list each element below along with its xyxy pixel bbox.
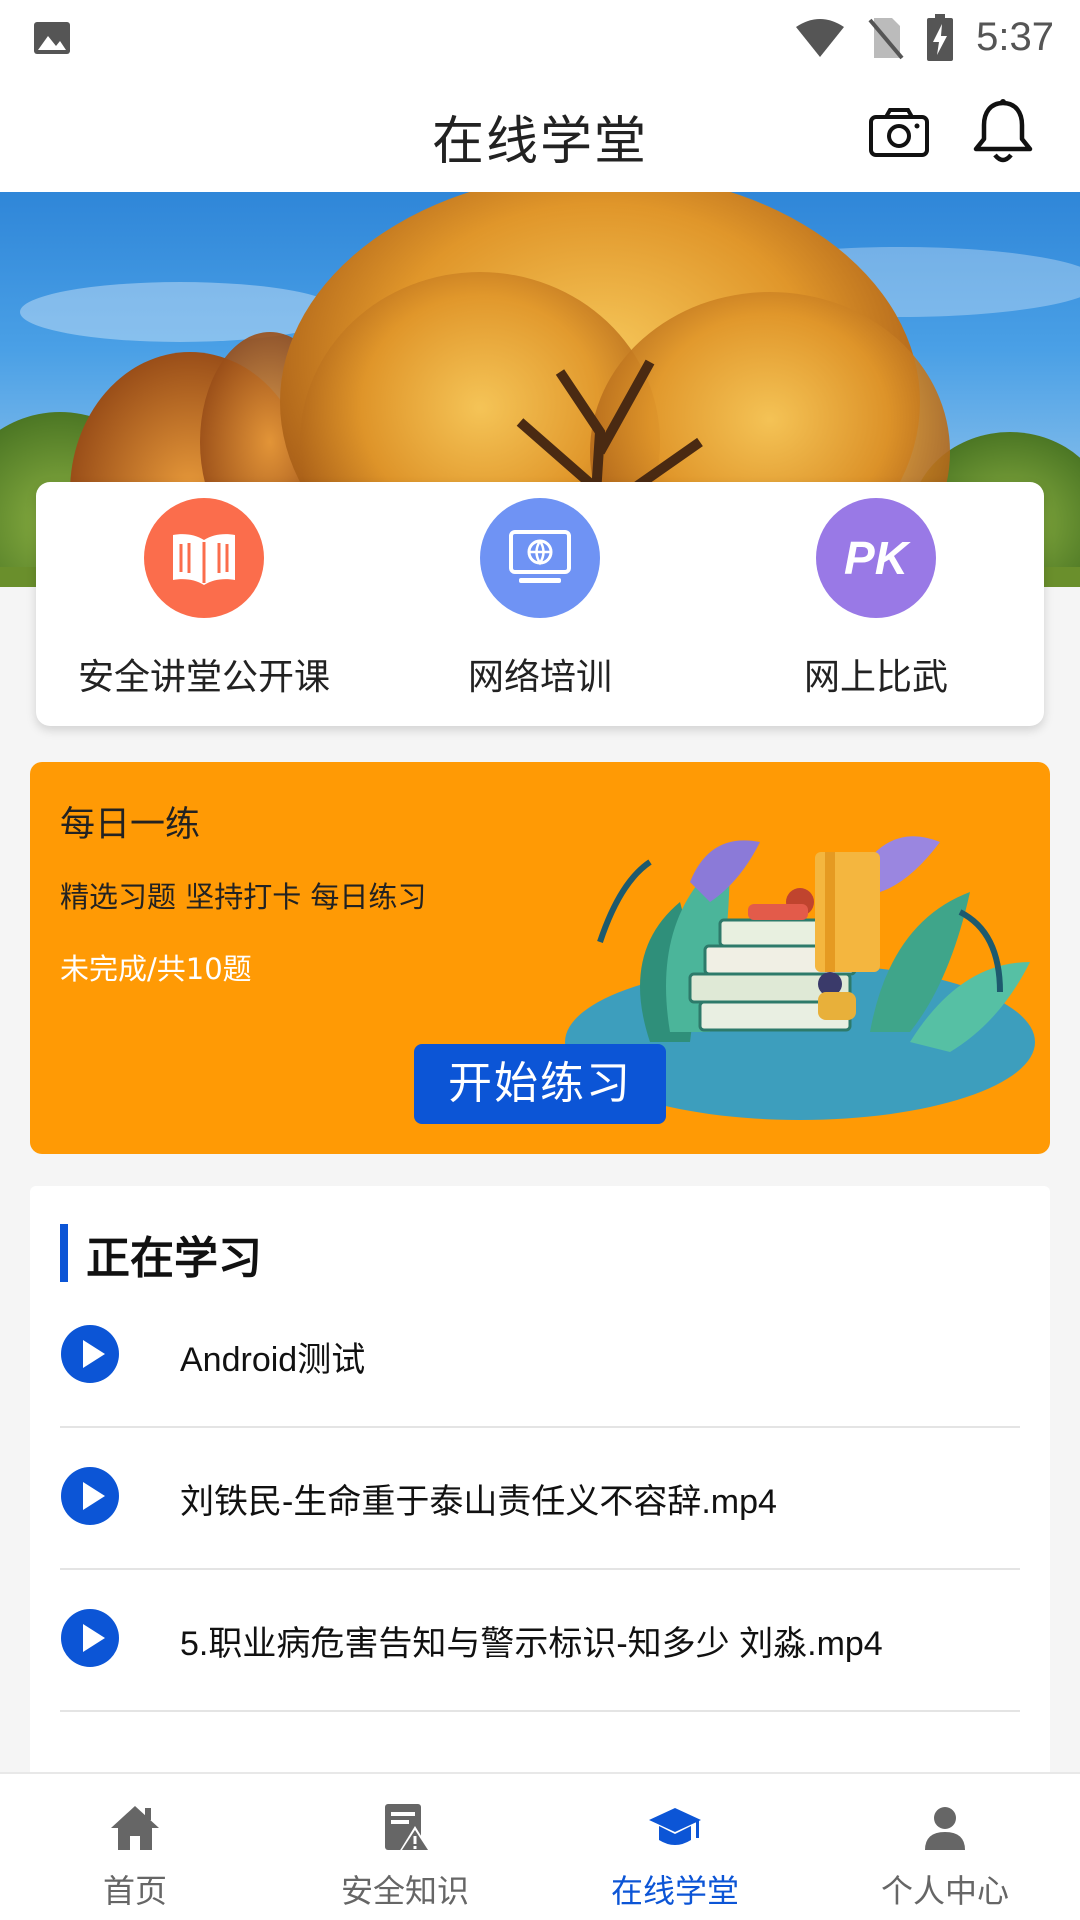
person-icon bbox=[925, 1807, 965, 1850]
bell-icon[interactable] bbox=[970, 97, 1036, 167]
knowledge-icon bbox=[385, 1804, 431, 1852]
quick-label: 网上比武 bbox=[803, 657, 948, 698]
quick-label: 安全讲堂公开课 bbox=[77, 657, 330, 698]
section-header-bar bbox=[60, 1224, 68, 1282]
daily-status: 未完成/共10题 bbox=[60, 952, 252, 986]
nav-personal-center[interactable]: 个人中心 bbox=[810, 1774, 1080, 1920]
no-sim-icon bbox=[868, 17, 904, 59]
bottom-navigation: 首页 安全知识 在线学堂 个人中心 bbox=[0, 1772, 1080, 1920]
play-icon bbox=[61, 1467, 119, 1525]
quick-item-network-training[interactable]: 网络培训 bbox=[372, 482, 708, 726]
list-item-title: 刘铁民-生命重于泰山责任义不容辞.mp4 bbox=[180, 1483, 777, 1521]
home-icon bbox=[111, 1806, 159, 1850]
list-item[interactable]: 刘铁民-生命重于泰山责任义不容辞.mp4 bbox=[60, 1428, 1020, 1570]
book-icon bbox=[144, 498, 264, 618]
list-item[interactable]: 5.职业病危害告知与警示标识-知多少 刘淼.mp4 bbox=[60, 1570, 1020, 1712]
list-item-title: 5.职业病危害告知与警示标识-知多少 刘淼.mp4 bbox=[180, 1625, 883, 1663]
list-item-title: Android测试 bbox=[180, 1341, 366, 1379]
app-bar: 在线学堂 bbox=[0, 75, 1080, 192]
daily-subtitle: 精选习题 坚持打卡 每日练习 bbox=[60, 880, 427, 914]
nav-label: 安全知识 bbox=[340, 1872, 469, 1910]
graduation-cap-icon bbox=[649, 1808, 701, 1845]
battery-charging-icon bbox=[927, 13, 954, 61]
nav-label: 首页 bbox=[102, 1872, 167, 1910]
play-icon bbox=[61, 1325, 119, 1383]
wifi-icon bbox=[796, 18, 845, 57]
pk-icon-text: PK bbox=[844, 532, 908, 584]
pk-icon: PK bbox=[816, 498, 936, 618]
section-header: 正在学习 bbox=[86, 1233, 262, 1284]
nav-home[interactable]: 首页 bbox=[0, 1774, 270, 1920]
computer-globe-icon bbox=[480, 498, 600, 618]
status-time: 5:37 bbox=[976, 15, 1054, 59]
daily-practice-card[interactable]: 每日一练 精选习题 坚持打卡 每日练习 未完成/共10题 开始练习 bbox=[30, 762, 1050, 1154]
quick-menu: 安全讲堂公开课 网络培训 PK 网上比武 bbox=[36, 482, 1044, 726]
nav-safety-knowledge[interactable]: 安全知识 bbox=[270, 1774, 540, 1920]
start-practice-button[interactable]: 开始练习 bbox=[414, 1044, 666, 1124]
screen: 5:37 在线学堂 安全讲堂公开课 网络培训 PK 网上比武 每日一练 精选习题… bbox=[0, 0, 1080, 1920]
list-item[interactable]: Android测试 bbox=[60, 1286, 1020, 1428]
nav-label: 在线学堂 bbox=[610, 1872, 739, 1910]
camera-icon[interactable] bbox=[868, 105, 930, 161]
image-icon bbox=[34, 21, 70, 54]
nav-online-school[interactable]: 在线学堂 bbox=[540, 1774, 810, 1920]
quick-item-online-contest[interactable]: PK 网上比武 bbox=[708, 482, 1044, 726]
currently-learning-section: 正在学习 Android测试 刘铁民-生命重于泰山责任义不容辞.mp4 5.职业… bbox=[30, 1186, 1050, 1786]
quick-label: 网络培训 bbox=[467, 657, 612, 698]
status-bar: 5:37 bbox=[0, 0, 1080, 75]
quick-item-safety-lecture[interactable]: 安全讲堂公开课 bbox=[36, 482, 372, 726]
play-icon bbox=[61, 1609, 119, 1667]
daily-title: 每日一练 bbox=[60, 805, 201, 845]
nav-label: 个人中心 bbox=[880, 1872, 1009, 1910]
